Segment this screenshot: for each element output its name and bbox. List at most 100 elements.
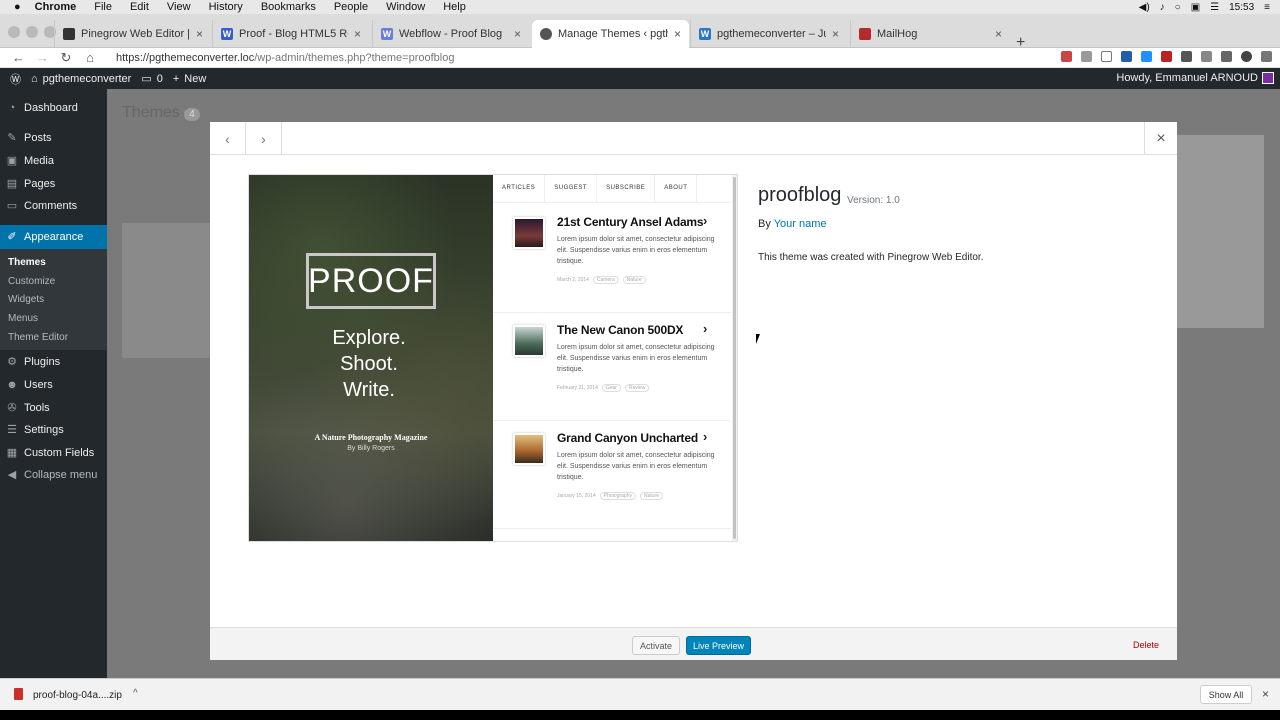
post-meta: February 21, 2014 Gear Review <box>557 384 650 392</box>
tab-label: Webflow - Proof Blog <box>399 28 503 40</box>
menu-people[interactable]: People <box>334 1 368 13</box>
close-icon[interactable]: × <box>995 27 1002 41</box>
clock[interactable]: 15:53 <box>1229 2 1254 13</box>
translate-icon[interactable] <box>1081 51 1092 62</box>
sidebar-item-comments[interactable]: ▭ Comments <box>0 195 107 217</box>
extension-icon[interactable] <box>1061 51 1072 62</box>
screen-bottom-edge <box>0 710 1280 720</box>
browser-tab-active[interactable]: Manage Themes ‹ pgthemecon × <box>532 20 689 48</box>
show-all-button[interactable]: Show All <box>1200 685 1252 704</box>
chevron-up-icon[interactable]: ^ <box>133 688 138 699</box>
sidebar-item-appearance[interactable]: ✐ Appearance <box>0 225 107 249</box>
post-excerpt: Lorem ipsum dolor sit amet, consectetur … <box>557 344 715 373</box>
sidebar-item-users[interactable]: ☻ Users <box>0 374 107 396</box>
submenu-menus[interactable]: Menus <box>0 313 107 324</box>
sidebar-item-posts[interactable]: ✎ Posts <box>0 127 107 149</box>
browser-tab[interactable]: W pgthemeconverter – Just anot × <box>690 20 847 48</box>
browser-tab[interactable]: MailHog × <box>850 20 1010 48</box>
menu-extra-icon[interactable]: ≡ <box>1264 2 1270 13</box>
site-name-link[interactable]: ⌂ pgthemeconverter <box>31 73 131 85</box>
wordpress-logo-icon[interactable]: Ⓦ <box>10 71 21 87</box>
extension-icon[interactable] <box>1161 51 1172 62</box>
extension-icon[interactable] <box>1121 51 1132 62</box>
menu-help[interactable]: Help <box>443 1 466 13</box>
new-content-link[interactable]: + New <box>173 73 206 85</box>
chevron-right-icon: › <box>703 321 708 336</box>
submenu-theme-editor[interactable]: Theme Editor <box>0 332 107 343</box>
extension-icon[interactable] <box>1141 51 1152 62</box>
bell-icon[interactable]: ♪ <box>1160 2 1165 13</box>
apple-icon[interactable]: ● <box>14 1 21 13</box>
menu-history[interactable]: History <box>209 1 243 13</box>
close-icon[interactable]: × <box>832 27 839 41</box>
menu-bookmarks[interactable]: Bookmarks <box>261 1 316 13</box>
close-icon[interactable]: × <box>196 27 203 41</box>
sidebar-item-label: Plugins <box>24 356 61 368</box>
address-bar[interactable]: https://pgthemeconverter.loc/wp-admin/th… <box>116 50 454 66</box>
post-title: 21st Century Ansel Adams <box>557 215 704 229</box>
menu-view[interactable]: View <box>167 1 191 13</box>
home-icon[interactable]: ⌂ <box>84 50 96 65</box>
menu-file[interactable]: File <box>94 1 112 13</box>
search-icon[interactable]: ○ <box>1175 2 1181 13</box>
sidebar-item-settings[interactable]: ☰ Settings <box>0 419 107 441</box>
author-link[interactable]: Your name <box>774 218 827 230</box>
display-icon[interactable]: ▣ <box>1191 2 1200 13</box>
close-modal-button[interactable]: × <box>1144 122 1177 155</box>
activate-button[interactable]: Activate <box>632 636 680 655</box>
menu-window[interactable]: Window <box>386 1 425 13</box>
browser-tab[interactable]: W Proof - Blog HTML5 Responsiv × <box>212 20 369 48</box>
avatar[interactable] <box>1262 72 1274 84</box>
download-item[interactable]: proof-blog-04a....zip <box>33 690 122 701</box>
close-icon[interactable]: × <box>514 27 521 41</box>
browser-tab[interactable]: W Webflow - Proof Blog × <box>372 20 529 48</box>
menu-list-icon[interactable]: ☰ <box>1210 2 1219 13</box>
submenu-themes[interactable]: Themes <box>0 257 107 268</box>
sidebar-item-plugins[interactable]: ⚙ Plugins <box>0 351 107 373</box>
app-menu[interactable]: Chrome <box>35 1 77 13</box>
tab-label: Manage Themes ‹ pgthemecon <box>558 28 668 40</box>
url-path: /wp-admin/themes.php?theme=proofblog <box>254 52 455 64</box>
close-icon[interactable]: × <box>674 27 681 41</box>
back-icon[interactable]: ← <box>12 50 25 65</box>
extension-icon[interactable] <box>1181 51 1192 62</box>
submenu-widgets[interactable]: Widgets <box>0 294 107 305</box>
comments-link[interactable]: ▭ 0 <box>141 72 163 86</box>
window-close-button[interactable] <box>8 26 20 38</box>
volume-icon[interactable]: ◀) <box>1139 2 1150 13</box>
theme-details-modal: ‹ › × PROOF Explore. Shoot. Write. A Nat… <box>210 122 1177 660</box>
sidebar-item-custom-fields[interactable]: ▦ Custom Fields <box>0 442 107 464</box>
menu-edit[interactable]: Edit <box>130 1 149 13</box>
extension-icon[interactable] <box>1201 51 1212 62</box>
close-icon[interactable]: × <box>1262 687 1269 701</box>
nav-item: ARTICLES <box>493 175 546 203</box>
post-excerpt: Lorem ipsum dolor sit amet, consectetur … <box>557 236 715 265</box>
profile-icon[interactable] <box>1241 51 1252 62</box>
more-icon[interactable] <box>1261 51 1272 62</box>
cast-icon[interactable] <box>1221 51 1232 62</box>
previous-theme-button[interactable]: ‹ <box>210 122 246 155</box>
sidebar-item-media[interactable]: ▣ Media <box>0 150 107 172</box>
post-meta: March 2, 2014 Camera Nature <box>557 276 646 284</box>
window-minimize-button[interactable] <box>26 26 38 38</box>
close-icon[interactable]: × <box>354 27 361 41</box>
post-tag: Photography <box>599 492 636 500</box>
live-preview-button[interactable]: Live Preview <box>686 636 751 655</box>
howdy-user[interactable]: Howdy, Emmanuel ARNOUD <box>1116 72 1258 84</box>
theme-author: By Your name <box>758 218 827 230</box>
sidebar-item-tools[interactable]: ✇ Tools <box>0 397 107 419</box>
browser-tab[interactable]: Pinegrow Web Editor | Website × <box>54 20 211 48</box>
background-theme-card <box>122 223 210 358</box>
next-theme-button[interactable]: › <box>246 122 282 155</box>
settings-icon: ☰ <box>7 424 17 436</box>
sidebar-item-pages[interactable]: ▤ Pages <box>0 173 107 195</box>
reload-icon[interactable]: ↻ <box>60 50 72 66</box>
theme-description: This theme was created with Pinegrow Web… <box>758 252 984 263</box>
star-icon[interactable] <box>1101 51 1112 62</box>
delete-theme-link[interactable]: Delete <box>1133 640 1159 650</box>
scrollbar-thumb <box>733 177 736 539</box>
submenu-customize[interactable]: Customize <box>0 276 107 287</box>
sidebar-item-dashboard[interactable]: ◔ Dashboard <box>0 97 107 119</box>
collapse-menu-button[interactable]: ◀ Collapse menu <box>0 464 107 486</box>
forward-icon[interactable]: → <box>36 50 49 65</box>
